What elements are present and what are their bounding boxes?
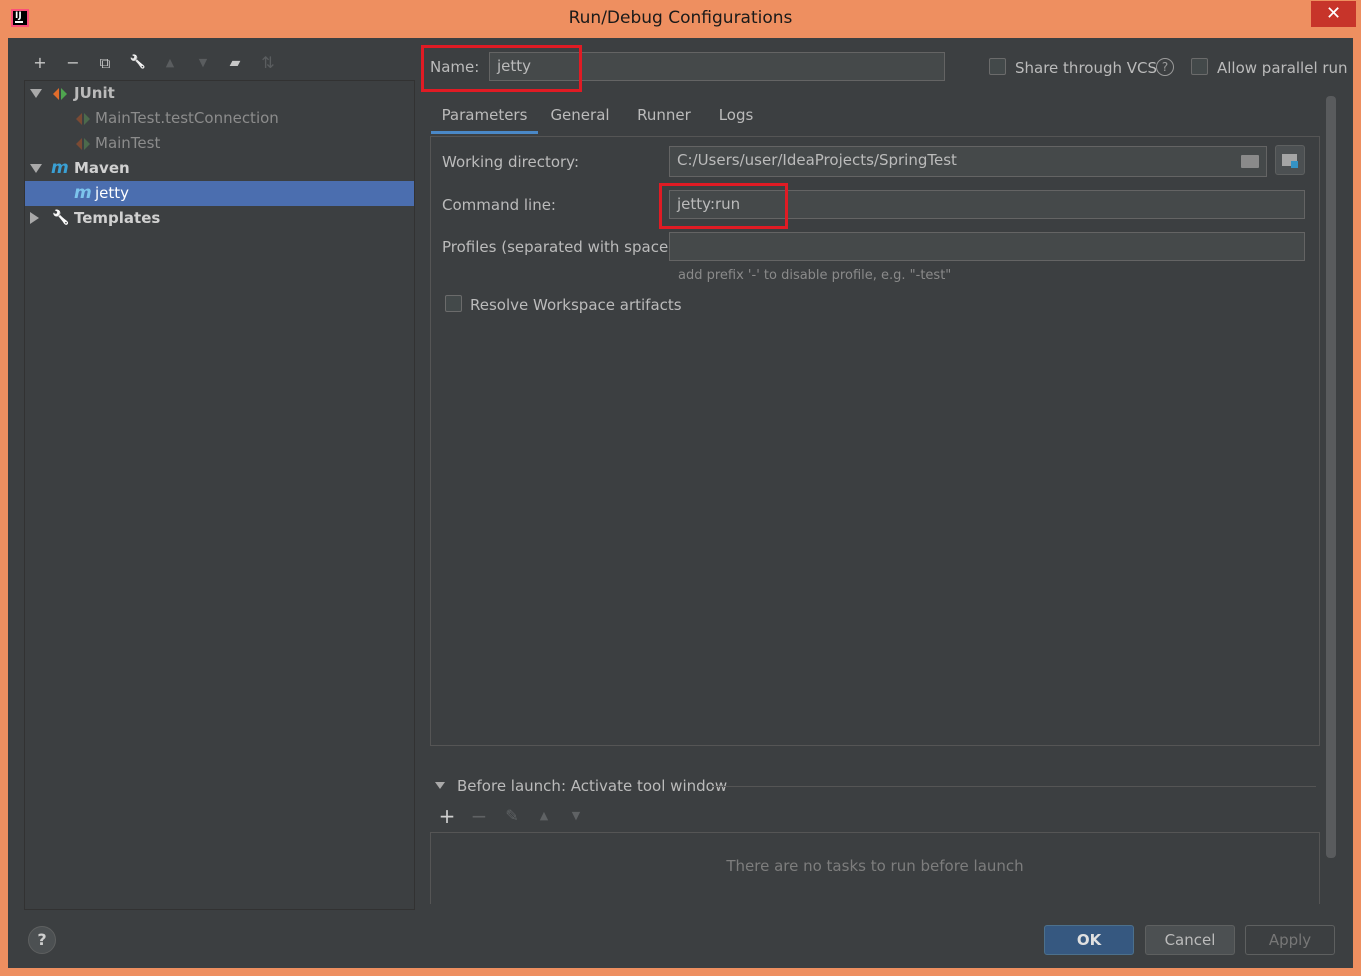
help-circle-icon[interactable]: ? <box>1156 58 1174 76</box>
maven-icon: m <box>74 183 92 203</box>
configuration-tree: JUnit MainTest.testConnection MainTest m… <box>24 80 415 910</box>
working-directory-input[interactable]: C:/Users/user/IdeaProjects/SpringTest <box>669 146 1267 177</box>
ok-button[interactable]: OK <box>1044 925 1134 955</box>
copy-icon[interactable]: ⧉ <box>94 52 116 74</box>
junit-test-icon <box>76 112 92 126</box>
profiles-hint: add prefix '-' to disable profile, e.g. … <box>678 268 952 283</box>
add-task-icon[interactable]: + <box>438 806 456 826</box>
expand-arrow-icon[interactable] <box>30 89 42 98</box>
parameters-panel <box>430 136 1320 746</box>
junit-icon <box>53 87 69 101</box>
vertical-scrollbar[interactable] <box>1326 96 1336 858</box>
move-task-up-icon[interactable]: ▲ <box>535 806 553 826</box>
config-toolbar: + − ⧉ 🔧 ▲ ▼ ▰ ⇅ <box>24 48 414 78</box>
tab-parameters[interactable]: Parameters <box>431 100 538 134</box>
tab-general[interactable]: General <box>545 100 615 134</box>
tab-runner[interactable]: Runner <box>630 100 698 134</box>
highlight-box-command-line <box>659 183 788 229</box>
no-tasks-text: There are no tasks to run before launch <box>726 857 1024 875</box>
tree-node-templates[interactable]: 🔧 Templates <box>25 206 414 231</box>
edit-task-icon[interactable]: ✎ <box>503 806 521 826</box>
tree-node-label: Templates <box>74 209 161 227</box>
add-icon[interactable]: + <box>29 52 51 74</box>
working-directory-label: Working directory: <box>442 153 580 171</box>
profiles-label: Profiles (separated with space): <box>442 238 680 256</box>
resolve-workspace-label: Resolve Workspace artifacts <box>470 296 682 314</box>
tree-item-label: jetty <box>95 184 130 202</box>
tab-logs[interactable]: Logs <box>710 100 762 134</box>
allow-parallel-run-label: Allow parallel run <box>1217 59 1348 77</box>
maven-icon: m <box>51 158 69 178</box>
apply-button[interactable]: Apply <box>1245 925 1335 955</box>
share-vcs-checkbox[interactable] <box>989 58 1006 75</box>
tree-item-jetty[interactable]: m jetty <box>25 181 414 206</box>
move-up-icon[interactable]: ▲ <box>159 52 181 74</box>
move-down-icon[interactable]: ▼ <box>192 52 214 74</box>
allow-parallel-run-checkbox[interactable] <box>1191 58 1208 75</box>
tree-node-junit[interactable]: JUnit <box>25 81 414 106</box>
wrench-icon[interactable]: 🔧 <box>127 52 149 74</box>
share-vcs-label: Share through VCS <box>1015 59 1158 77</box>
highlight-box-name <box>421 45 582 92</box>
move-task-down-icon[interactable]: ▼ <box>567 806 585 826</box>
profiles-input[interactable] <box>669 232 1305 261</box>
command-line-label: Command line: <box>442 196 556 214</box>
folder-icon[interactable] <box>1241 155 1259 168</box>
browse-module-button[interactable] <box>1275 145 1305 175</box>
window-title: Run/Debug Configurations <box>568 8 793 28</box>
tree-node-maven[interactable]: m Maven <box>25 156 414 181</box>
collapse-arrow-icon[interactable] <box>30 212 39 224</box>
cancel-button[interactable]: Cancel <box>1145 925 1235 955</box>
expand-arrow-icon[interactable] <box>30 164 42 173</box>
tree-item-label: MainTest <box>95 134 161 152</box>
tree-node-label: JUnit <box>74 84 115 102</box>
junit-test-icon <box>76 137 92 151</box>
sort-icon[interactable]: ⇅ <box>257 52 279 74</box>
tree-item-maintest[interactable]: MainTest <box>25 131 414 156</box>
remove-icon[interactable]: − <box>62 52 84 74</box>
resolve-workspace-checkbox[interactable] <box>445 295 462 312</box>
help-button[interactable]: ? <box>28 926 56 954</box>
tree-item-label: MainTest.testConnection <box>95 109 279 127</box>
close-button[interactable]: ✕ <box>1311 1 1356 27</box>
separator-line <box>712 786 1316 787</box>
wrench-icon: 🔧 <box>52 210 70 226</box>
remove-task-icon[interactable]: − <box>470 806 488 826</box>
tree-item-maintest-testconnection[interactable]: MainTest.testConnection <box>25 106 414 131</box>
module-badge-icon <box>1291 161 1298 168</box>
tree-node-label: Maven <box>74 159 130 177</box>
expand-arrow-icon[interactable] <box>435 782 445 789</box>
before-launch-title: Before launch: Activate tool window <box>457 777 728 795</box>
new-folder-icon[interactable]: ▰ <box>224 52 246 74</box>
